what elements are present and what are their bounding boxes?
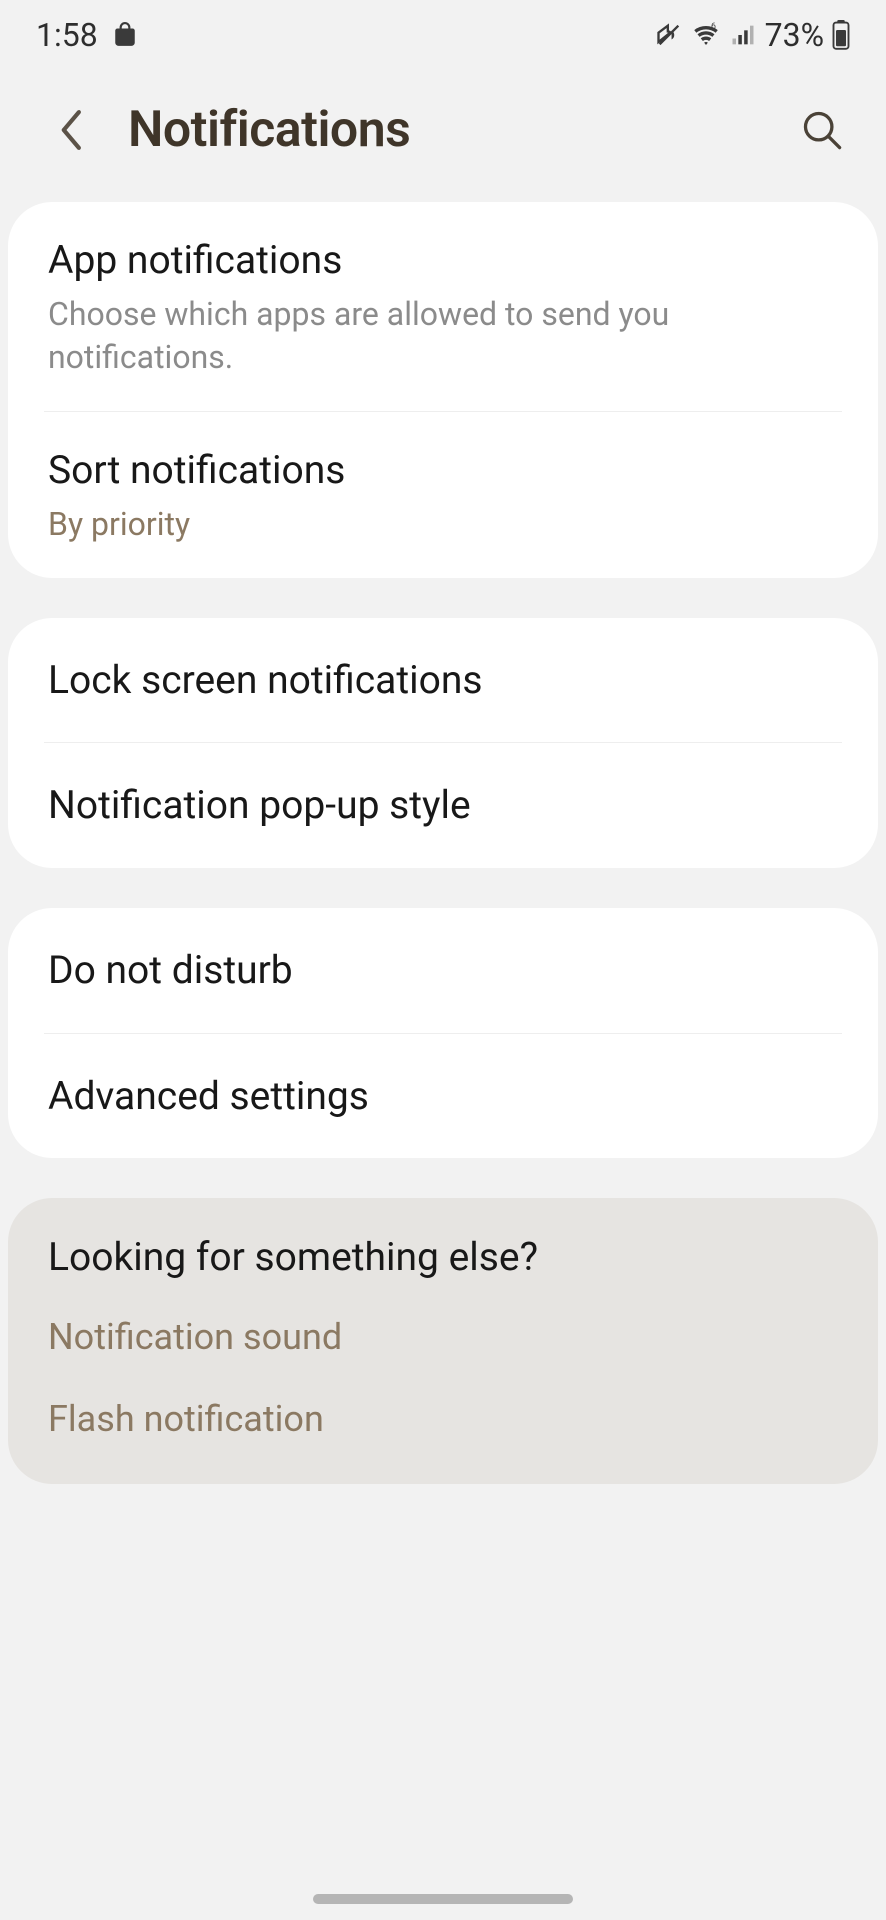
settings-group-1: App notifications Choose which apps are … — [8, 202, 878, 578]
setting-subtitle: Choose which apps are allowed to send yo… — [48, 293, 838, 379]
setting-notification-popup-style[interactable]: Notification pop-up style — [8, 743, 878, 868]
search-button[interactable] — [794, 102, 850, 158]
flash-notification-link[interactable]: Flash notification — [8, 1378, 878, 1460]
battery-text: 73% — [765, 16, 824, 54]
settings-group-2: Lock screen notifications Notification p… — [8, 618, 878, 868]
setting-sort-notifications[interactable]: Sort notifications By priority — [8, 412, 878, 578]
looking-for-else: Looking for something else? Notification… — [8, 1198, 878, 1484]
setting-title: Notification pop-up style — [48, 779, 838, 832]
svg-text:6: 6 — [711, 22, 716, 32]
status-time: 1:58 — [36, 16, 98, 54]
notification-sound-link[interactable]: Notification sound — [8, 1296, 878, 1378]
battery-icon — [832, 20, 850, 50]
setting-title: Advanced settings — [48, 1070, 838, 1123]
chevron-left-icon — [58, 108, 86, 152]
vibrate-icon — [655, 21, 683, 49]
setting-title: Lock screen notifications — [48, 654, 838, 707]
status-bar-right: 6 73% — [655, 16, 850, 54]
bag-icon — [112, 22, 138, 48]
back-button[interactable] — [48, 106, 96, 154]
search-icon — [800, 108, 844, 152]
status-bar-left: 1:58 — [36, 16, 138, 54]
nav-handle[interactable] — [313, 1894, 573, 1904]
setting-title: App notifications — [48, 234, 838, 287]
page-title: Notifications — [128, 101, 762, 159]
setting-do-not-disturb[interactable]: Do not disturb — [8, 908, 878, 1033]
setting-lock-screen-notifications[interactable]: Lock screen notifications — [8, 618, 878, 743]
status-bar: 1:58 6 73% — [0, 0, 886, 70]
signal-icon — [729, 21, 757, 49]
content: App notifications Choose which apps are … — [0, 190, 886, 1484]
setting-app-notifications[interactable]: App notifications Choose which apps are … — [8, 202, 878, 411]
settings-group-3: Do not disturb Advanced settings — [8, 908, 878, 1158]
setting-title: Sort notifications — [48, 444, 838, 497]
setting-advanced-settings[interactable]: Advanced settings — [8, 1034, 878, 1159]
header: Notifications — [0, 70, 886, 190]
setting-title: Do not disturb — [48, 944, 838, 997]
wifi-icon: 6 — [691, 20, 721, 50]
else-title: Looking for something else? — [8, 1198, 878, 1296]
setting-subtitle: By priority — [48, 503, 838, 546]
